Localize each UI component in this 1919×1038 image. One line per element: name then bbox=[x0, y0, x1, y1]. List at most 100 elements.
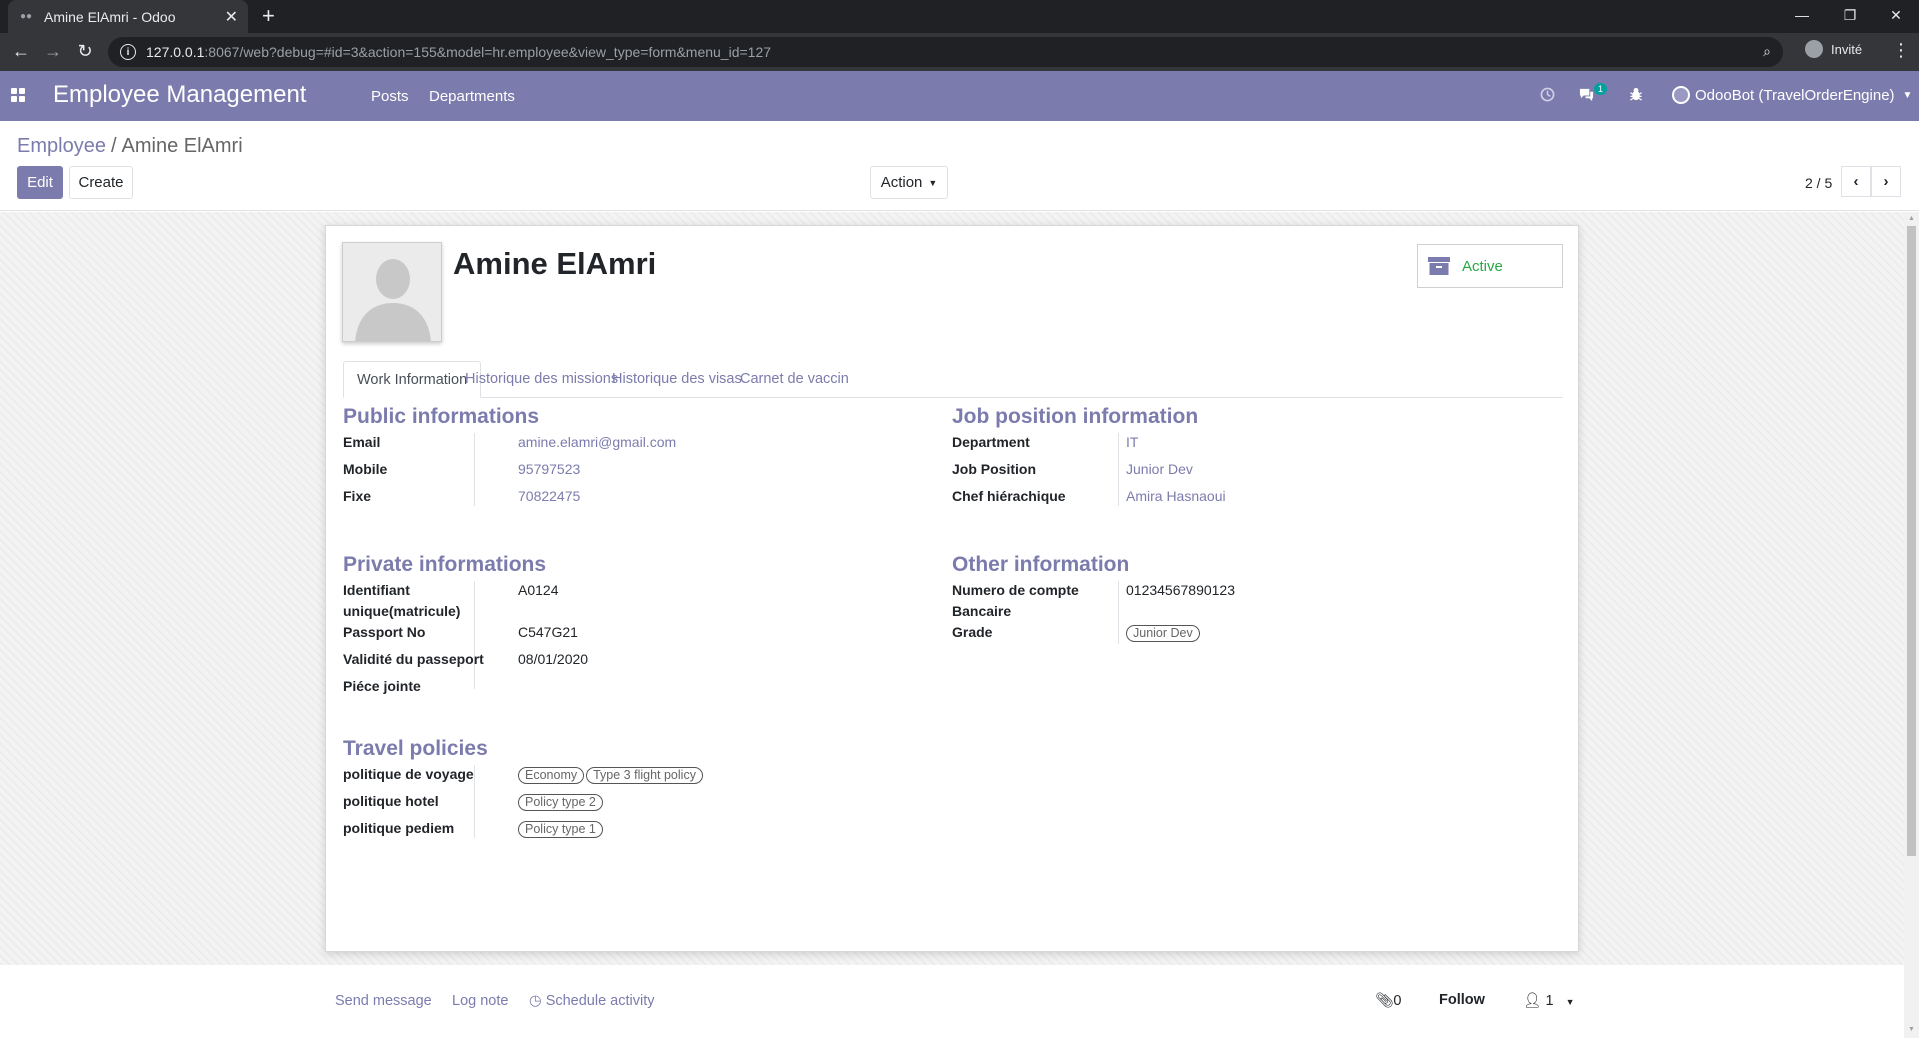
caret-down-icon: ▼ bbox=[928, 177, 938, 188]
breadcrumb: Employee / Amine ElAmri bbox=[17, 135, 243, 158]
section-other-information: Other information bbox=[952, 553, 1130, 576]
form-sheet: Amine ElAmri Active Work Information His… bbox=[325, 225, 1579, 952]
value-job-position[interactable]: Junior Dev bbox=[1126, 459, 1193, 480]
profile-avatar-icon bbox=[1805, 40, 1823, 58]
messages-count-badge: 1 bbox=[1594, 83, 1608, 95]
chevron-down-icon: ▼ bbox=[1902, 89, 1913, 101]
pager-previous-button[interactable]: ‹ bbox=[1841, 166, 1871, 197]
label-numero-compte: Numero de compte Bancaire bbox=[952, 582, 1079, 619]
tag-economy: Economy bbox=[518, 767, 585, 784]
chevron-right-icon: › bbox=[1883, 173, 1889, 190]
schedule-activity-button[interactable]: ◷ Schedule activity bbox=[529, 993, 655, 1009]
followers-button[interactable]: 👤︎ 1 ▼ bbox=[1523, 992, 1574, 1009]
user-icon: 👤︎ bbox=[1523, 993, 1542, 1009]
value-validite-passeport: 08/01/2020 bbox=[518, 651, 589, 667]
label-email: Email bbox=[343, 434, 381, 450]
profile-button[interactable]: Invité bbox=[1805, 40, 1862, 58]
restore-icon[interactable]: ❐ bbox=[1827, 0, 1873, 30]
section-public-informations: Public informations bbox=[343, 405, 540, 428]
tag-pediem-policy: Policy type 1 bbox=[518, 821, 603, 838]
value-politique-voyage: Economy Type 3 flight policy bbox=[518, 764, 705, 785]
breadcrumb-current: Amine ElAmri bbox=[121, 135, 243, 157]
value-mobile[interactable]: 95797523 bbox=[518, 459, 580, 480]
user-menu[interactable]: OdooBot (TravelOrderEngine) ▼ bbox=[1672, 86, 1912, 104]
back-icon[interactable]: ← bbox=[9, 41, 33, 61]
browser-tab[interactable]: ●● Amine ElAmri - Odoo ✕ bbox=[8, 0, 248, 33]
label-politique-pediem: politique pediem bbox=[343, 820, 455, 836]
notebook-tabs: Work Information Historique des missions… bbox=[343, 361, 1563, 398]
label-politique-voyage: politique de voyage bbox=[343, 766, 474, 782]
scrollbar[interactable]: ▲ ▼ bbox=[1904, 212, 1919, 1038]
label-fixe: Fixe bbox=[343, 488, 372, 504]
value-politique-hotel: Policy type 2 bbox=[518, 791, 605, 812]
close-window-icon[interactable]: ✕ bbox=[1873, 0, 1919, 30]
schedule-activity-label: Schedule activity bbox=[545, 993, 655, 1009]
scrollbar-thumb[interactable] bbox=[1907, 226, 1916, 856]
value-email[interactable]: amine.elamri@gmail.com bbox=[518, 432, 676, 453]
tab-carnet-vaccin[interactable]: Carnet de vaccin bbox=[727, 361, 862, 398]
pager-next-button[interactable]: › bbox=[1871, 166, 1901, 197]
menu-departments[interactable]: Departments bbox=[429, 88, 515, 105]
create-button[interactable]: Create bbox=[69, 166, 133, 199]
new-tab-icon[interactable]: + bbox=[262, 4, 275, 28]
follow-button[interactable]: Follow bbox=[1439, 992, 1485, 1008]
scroll-up-icon[interactable]: ▲ bbox=[1908, 215, 1915, 222]
person-placeholder-icon bbox=[343, 243, 441, 341]
value-chef-hierarchique[interactable]: Amira Hasnaoui bbox=[1126, 486, 1226, 507]
browser-tabstrip: ●● Amine ElAmri - Odoo ✕ + — ❐ ✕ bbox=[0, 0, 1919, 33]
separator-line bbox=[474, 581, 475, 689]
label-mobile: Mobile bbox=[343, 461, 388, 477]
value-department[interactable]: IT bbox=[1126, 432, 1138, 453]
action-dropdown[interactable]: Action ▼ bbox=[870, 166, 948, 199]
control-panel: Employee / Amine ElAmri Edit Create Action… bbox=[0, 121, 1919, 211]
browser-menu-icon[interactable]: ⋮ bbox=[1892, 40, 1910, 61]
browser-toolbar: ← → ↻ i 127.0.0.1:8067/web?debug=#id=3&a… bbox=[0, 33, 1919, 71]
app-brand[interactable]: Employee Management bbox=[53, 81, 306, 109]
pager-value[interactable]: 2 / 5 bbox=[1805, 175, 1832, 191]
site-info-icon[interactable]: i bbox=[120, 44, 136, 60]
edit-button[interactable]: Edit bbox=[17, 166, 63, 199]
apps-menu-icon[interactable] bbox=[11, 88, 25, 102]
value-politique-pediem: Policy type 1 bbox=[518, 818, 605, 839]
menu-posts[interactable]: Posts bbox=[371, 88, 409, 105]
chatter: Send message Log note ◷ Schedule activit… bbox=[0, 965, 1904, 1038]
separator-line bbox=[1118, 433, 1119, 506]
employee-photo[interactable] bbox=[342, 242, 442, 342]
minimize-icon[interactable]: — bbox=[1779, 0, 1825, 30]
tag-grade: Junior Dev bbox=[1126, 625, 1200, 642]
action-label: Action bbox=[880, 174, 923, 191]
address-bar[interactable]: i 127.0.0.1:8067/web?debug=#id=3&action=… bbox=[108, 37, 1783, 67]
archive-icon bbox=[1428, 257, 1450, 275]
odoo-navbar: Employee Management Posts Departments 1 … bbox=[0, 71, 1919, 121]
tab-title: Amine ElAmri - Odoo bbox=[44, 8, 176, 25]
paperclip-icon: 📎︎ bbox=[1375, 993, 1394, 1009]
send-message-button[interactable]: Send message bbox=[335, 993, 432, 1009]
label-piece-jointe: Piéce jointe bbox=[343, 678, 421, 694]
section-travel-policies: Travel policies bbox=[343, 737, 488, 760]
value-fixe[interactable]: 70822475 bbox=[518, 486, 580, 507]
forward-icon[interactable]: → bbox=[41, 41, 65, 61]
label-chef-hierarchique: Chef hiérachique bbox=[952, 488, 1066, 504]
log-note-button[interactable]: Log note bbox=[452, 993, 508, 1009]
odoo-favicon-icon: ●● bbox=[19, 11, 33, 22]
chevron-left-icon: ‹ bbox=[1853, 173, 1859, 190]
breadcrumb-employee[interactable]: Employee bbox=[17, 135, 106, 157]
active-toggle-button[interactable]: Active bbox=[1417, 244, 1563, 288]
label-politique-hotel: politique hotel bbox=[343, 793, 439, 809]
reload-icon[interactable]: ↻ bbox=[73, 41, 97, 61]
debug-bug-icon[interactable] bbox=[1629, 87, 1643, 106]
tag-hotel-policy: Policy type 2 bbox=[518, 794, 603, 811]
attachments-button[interactable]: 📎︎0 bbox=[1375, 992, 1402, 1009]
messaging-icon[interactable] bbox=[1578, 87, 1595, 106]
activity-clock-icon[interactable] bbox=[1540, 87, 1555, 106]
value-passport-no: C547G21 bbox=[518, 624, 578, 640]
separator-line bbox=[1118, 581, 1119, 644]
close-tab-icon[interactable]: ✕ bbox=[225, 7, 238, 27]
attachments-count: 0 bbox=[1393, 993, 1402, 1009]
label-department: Department bbox=[952, 434, 1030, 450]
scroll-down-icon[interactable]: ▼ bbox=[1908, 1026, 1915, 1033]
label-passport-no: Passport No bbox=[343, 624, 426, 640]
zoom-icon[interactable]: ⌕ bbox=[1763, 43, 1771, 60]
user-avatar bbox=[1672, 86, 1690, 104]
separator-line bbox=[474, 765, 475, 838]
